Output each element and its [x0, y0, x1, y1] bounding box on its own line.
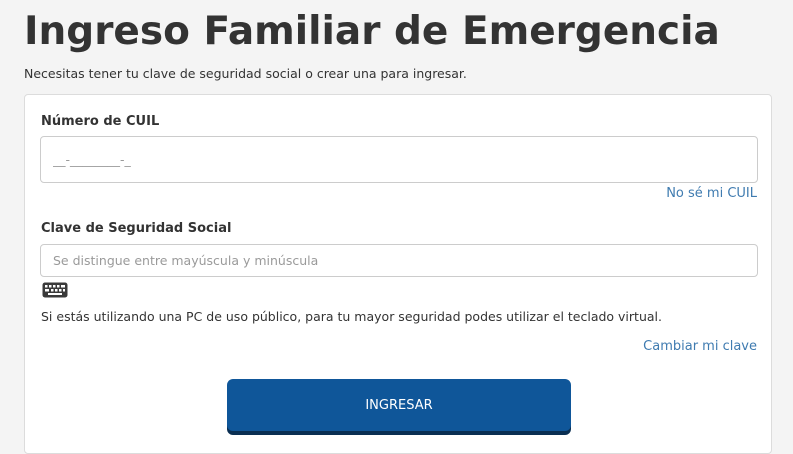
- cuil-input[interactable]: [40, 136, 758, 183]
- password-input[interactable]: [40, 244, 758, 277]
- page-subtitle: Necesitas tener tu clave de seguridad so…: [24, 66, 467, 81]
- change-password-link[interactable]: Cambiar mi clave: [643, 339, 757, 354]
- keyboard-icon[interactable]: [42, 282, 68, 298]
- forgot-cuil-link[interactable]: No sé mi CUIL: [666, 186, 757, 201]
- page-title: Ingreso Familiar de Emergencia: [24, 9, 720, 54]
- password-label: Clave de Seguridad Social: [41, 221, 232, 236]
- submit-button[interactable]: INGRESAR: [227, 379, 571, 431]
- login-form-card: Número de CUIL No sé mi CUIL Clave de Se…: [24, 94, 772, 454]
- virtual-keyboard-help-text: Si estás utilizando una PC de uso públic…: [41, 309, 662, 324]
- cuil-label: Número de CUIL: [41, 114, 160, 129]
